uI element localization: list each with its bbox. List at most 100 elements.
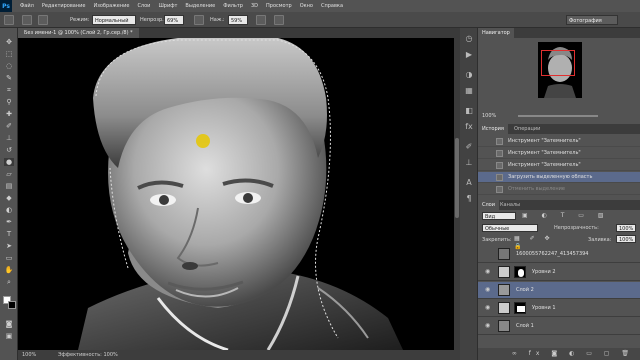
brush-tool-icon[interactable] xyxy=(4,15,14,25)
tab-channels[interactable]: Каналы xyxy=(496,200,524,210)
history-item[interactable]: Инструмент "Затемнитель" xyxy=(478,148,640,159)
blur-tool-icon[interactable]: ◆ xyxy=(4,194,14,202)
pen-tool-icon[interactable]: ✒ xyxy=(4,218,14,226)
move-tool-icon[interactable]: ✥ xyxy=(4,38,14,46)
color-panel-icon[interactable]: ◑ xyxy=(464,70,474,80)
mode-select[interactable]: Нормальный xyxy=(92,15,136,25)
brush-panel-icon[interactable]: ✐ xyxy=(464,142,474,152)
layer-mask-thumbnail xyxy=(514,266,526,278)
opacity-input[interactable]: 69% xyxy=(164,15,184,25)
layer-opacity-input[interactable]: 100% xyxy=(616,224,636,232)
document-tab[interactable]: Без имени-1 @ 100% (Слой 2, Гр.сер./8) * xyxy=(18,28,139,38)
lock-icons[interactable]: ▦ ✐ ✥ 🔒 xyxy=(514,235,564,250)
status-zoom[interactable]: 100% xyxy=(22,350,36,360)
quick-select-tool-icon[interactable]: ✎ xyxy=(4,74,14,82)
pressure-input[interactable]: 59% xyxy=(228,15,248,25)
layer-filter-select[interactable]: Вид xyxy=(482,212,516,220)
layer-row[interactable]: ◉ Слой 1 xyxy=(478,318,640,335)
adjustments-panel-icon[interactable]: ◧ xyxy=(464,106,474,116)
dodge-tool-icon[interactable]: ● xyxy=(4,158,14,166)
history-item-undone[interactable]: Отменить выделение xyxy=(478,184,640,195)
character-panel-icon[interactable]: A xyxy=(464,178,474,188)
styles-panel-icon[interactable]: fx xyxy=(464,122,474,132)
layer-row[interactable]: ◉ Уровни 1 xyxy=(478,300,640,317)
navigator-preview[interactable] xyxy=(538,42,582,98)
blend-mode-select[interactable]: Обычные xyxy=(482,224,538,232)
pressure-opacity-icon[interactable] xyxy=(194,15,204,25)
eraser-tool-icon[interactable]: ▱ xyxy=(4,170,14,178)
brush-cursor xyxy=(196,134,210,148)
menu-3d[interactable]: 3D xyxy=(247,3,262,9)
layer-filter-icons[interactable]: ▣ ◐ T ▭ ▧ xyxy=(522,212,632,220)
pressure-size-icon[interactable] xyxy=(274,15,284,25)
menu-file[interactable]: Файл xyxy=(16,3,38,9)
menu-edit[interactable]: Редактирование xyxy=(38,3,90,9)
swatches-panel-icon[interactable]: ▦ xyxy=(464,86,474,96)
history-item[interactable]: Инструмент "Затемнитель" xyxy=(478,136,640,147)
lasso-tool-icon[interactable]: ◌ xyxy=(4,62,14,70)
layer-row[interactable]: ◉ Уровни 2 xyxy=(478,264,640,281)
zoom-tool-icon[interactable]: ⌕ xyxy=(4,278,14,286)
history-item[interactable]: Инструмент "Затемнитель" xyxy=(478,160,640,171)
menu-filter[interactable]: Фильтр xyxy=(219,3,247,9)
layer-row-selected[interactable]: ◉ Слой 2 xyxy=(478,282,640,299)
visibility-eye-icon[interactable]: ◉ xyxy=(485,287,491,293)
visibility-eye-icon[interactable]: ◉ xyxy=(485,305,491,311)
eyedropper-tool-icon[interactable]: ⚲ xyxy=(4,98,14,106)
paragraph-panel-icon[interactable]: ¶ xyxy=(464,194,474,204)
tab-actions[interactable]: Операции xyxy=(510,124,544,134)
menu-type[interactable]: Шрифт xyxy=(154,3,181,9)
navigator-zoom[interactable]: 100% xyxy=(482,112,496,120)
history-panel-icon[interactable]: ◷ xyxy=(464,34,474,44)
tab-history[interactable]: История xyxy=(478,124,508,134)
tab-navigator[interactable]: Навигатор xyxy=(478,28,514,38)
stamp-tool-icon[interactable]: ⊥ xyxy=(4,134,14,142)
history-item-selected[interactable]: Загрузить выделенную область xyxy=(478,172,640,183)
history-step-icon xyxy=(496,150,503,157)
menu-image[interactable]: Изображение xyxy=(89,3,133,9)
document-canvas[interactable] xyxy=(18,38,454,350)
crop-tool-icon[interactable]: ⌗ xyxy=(4,86,14,94)
menu-layers[interactable]: Слои xyxy=(133,3,154,9)
marquee-tool-icon[interactable]: ⬚ xyxy=(4,50,14,58)
menu-select[interactable]: Выделение xyxy=(181,3,219,9)
brush-tool-icon[interactable]: ✐ xyxy=(4,122,14,130)
options-bar: Режим: Нормальный Непрозр.: 69% Наж.: 59… xyxy=(0,12,640,28)
layer-fill-input[interactable]: 100% xyxy=(616,235,636,243)
history-brush-tool-icon[interactable]: ↺ xyxy=(4,146,14,154)
background-color-swatch[interactable] xyxy=(8,301,16,309)
history-step-icon xyxy=(496,174,503,181)
path-select-tool-icon[interactable]: ➤ xyxy=(4,242,14,250)
layer-row[interactable]: 1600055762247_413457394 xyxy=(478,246,640,263)
brush-panel-icon[interactable] xyxy=(38,15,48,25)
scrollbar-thumb[interactable] xyxy=(455,138,459,218)
clone-source-panel-icon[interactable]: ⊥ xyxy=(464,158,474,168)
hand-tool-icon[interactable]: ✋ xyxy=(4,266,14,274)
menu-view[interactable]: Просмотр xyxy=(262,3,296,9)
burn-tool-icon[interactable]: ◐ xyxy=(4,206,14,214)
navigator-zoom-slider[interactable] xyxy=(518,115,598,117)
type-tool-icon[interactable]: T xyxy=(4,230,14,238)
actions-panel-icon[interactable]: ▶ xyxy=(464,50,474,60)
status-info: Эффективность: 100% xyxy=(58,352,118,358)
history-step-icon xyxy=(496,186,503,193)
visibility-eye-icon[interactable]: ◉ xyxy=(485,269,491,275)
visibility-eye-icon[interactable] xyxy=(485,251,491,257)
layer-thumbnail xyxy=(498,284,510,296)
quick-mask-icon[interactable]: ◙ xyxy=(4,320,14,328)
menu-help[interactable]: Справка xyxy=(317,3,347,9)
shape-tool-icon[interactable]: ▭ xyxy=(4,254,14,262)
brush-size-icon[interactable] xyxy=(22,15,32,25)
layer-opacity-label: Непрозрачность: xyxy=(554,225,599,231)
screen-mode-icon[interactable]: ▣ xyxy=(4,332,14,340)
pressure-label: Наж.: xyxy=(210,17,225,23)
panel-icon-strip: ◷ ▶ ◑ ▦ ◧ fx ✐ ⊥ A ¶ xyxy=(460,28,478,360)
navigator-view-box[interactable] xyxy=(541,50,575,76)
healing-tool-icon[interactable]: ✚ xyxy=(4,110,14,118)
airbrush-icon[interactable] xyxy=(256,15,266,25)
visibility-eye-icon[interactable]: ◉ xyxy=(485,323,491,329)
layers-footer-icons[interactable]: ∞ fx ◙ ◐ ▭ ▢ 🗑 xyxy=(478,348,640,360)
menu-window[interactable]: Окно xyxy=(296,3,317,9)
workspace-select[interactable]: Фотография xyxy=(566,15,618,25)
gradient-tool-icon[interactable]: ▤ xyxy=(4,182,14,190)
